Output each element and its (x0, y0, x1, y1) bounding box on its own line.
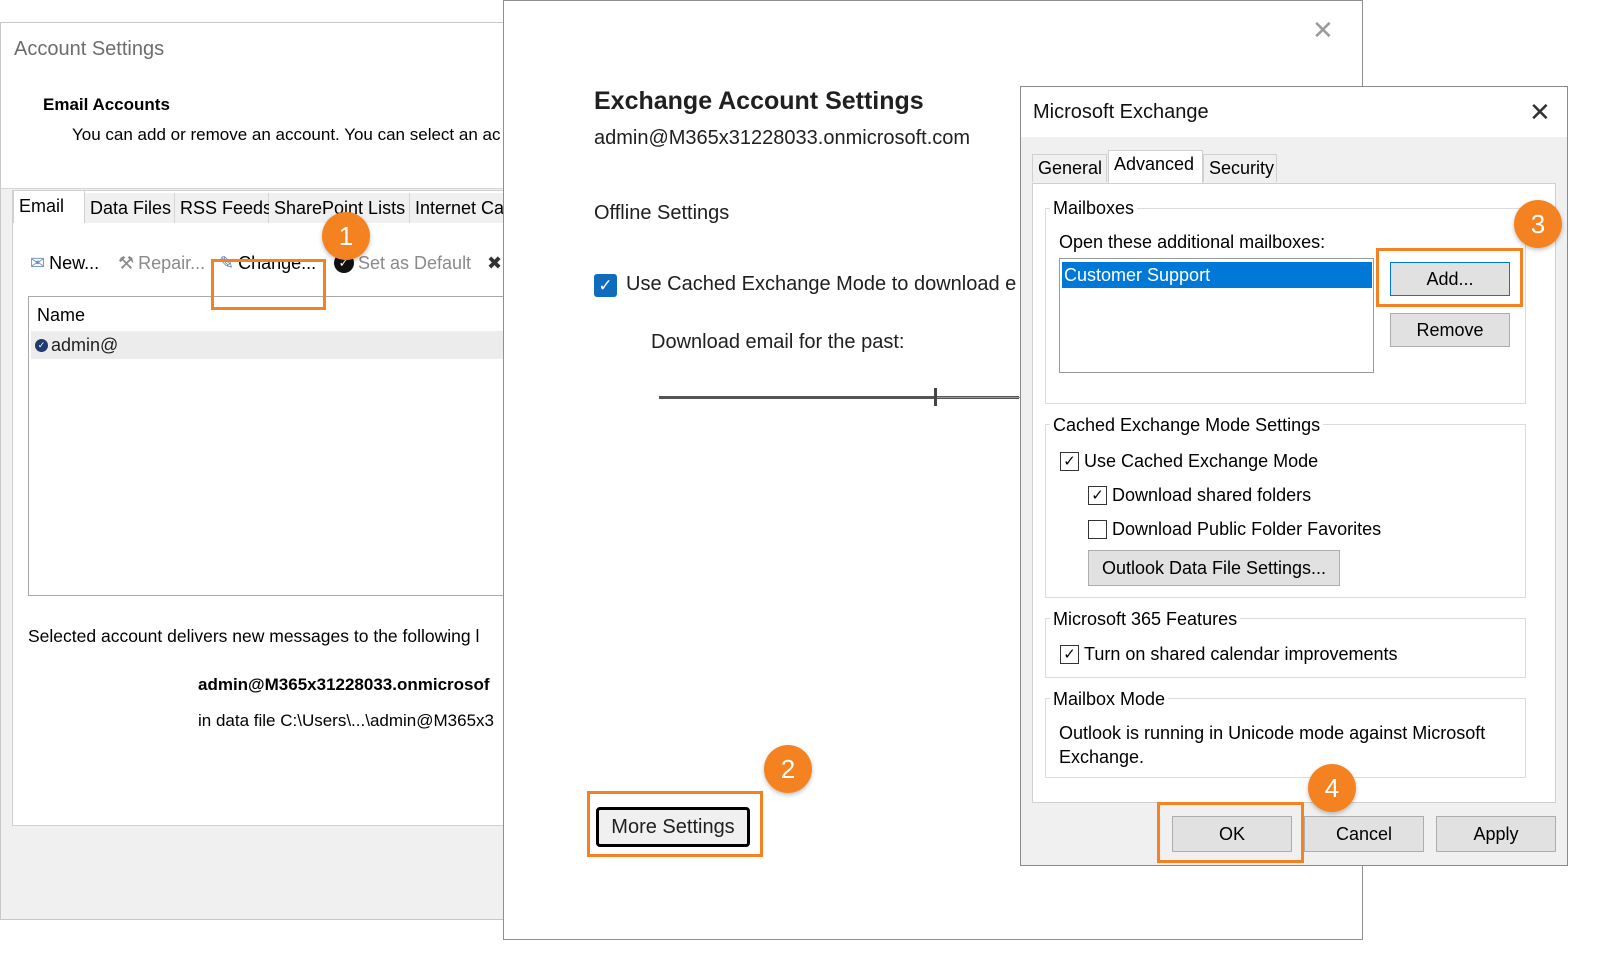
mailbox-mode-text-line-1: Outlook is running in Unicode mode again… (1059, 723, 1486, 743)
repair-button[interactable]: ⚒ Repair... (118, 248, 205, 278)
section-heading: Email Accounts (43, 95, 170, 114)
data-file-settings-button[interactable]: Outlook Data File Settings... (1088, 550, 1340, 586)
download-slider-remaining (937, 397, 1027, 398)
download-public-checkbox[interactable] (1088, 520, 1107, 539)
mailbox-item[interactable]: Customer Support (1062, 262, 1372, 288)
tab-internet-calendars[interactable]: Internet Ca (410, 193, 505, 223)
new-account-label: New... (49, 252, 100, 273)
use-cached-label: Use Cached Exchange Mode (1084, 451, 1319, 471)
cached-mode-group-label: Cached Exchange Mode Settings (1050, 415, 1324, 436)
close-icon[interactable]: ✕ (1529, 97, 1551, 128)
apply-button[interactable]: Apply (1436, 816, 1556, 852)
download-email-label: Download email for the past: (651, 331, 905, 353)
ok-button-highlight (1157, 802, 1304, 863)
account-name: admin@ (51, 334, 119, 355)
download-public-label: Download Public Folder Favorites (1112, 519, 1382, 539)
change-button-highlight (211, 259, 326, 310)
remove-icon[interactable]: ✖ (487, 248, 502, 278)
add-button-highlight (1376, 248, 1523, 307)
default-account-icon: ✓ (35, 338, 48, 352)
offline-settings-label: Offline Settings (594, 202, 730, 224)
callout-badge-4: 4 (1308, 764, 1356, 812)
data-file-path: in data file C:\Users\...\admin@M365x3 (198, 711, 494, 730)
close-icon[interactable]: ✕ (1312, 15, 1334, 46)
tab-general[interactable]: General (1032, 154, 1107, 182)
repair-icon: ⚒ (118, 252, 135, 273)
download-slider-thumb[interactable] (934, 388, 937, 406)
remove-mailbox-button[interactable]: Remove (1390, 313, 1510, 347)
shared-calendar-label: Turn on shared calendar improvements (1084, 644, 1398, 664)
account-settings-header: Account Settings Email Accounts You can … (1, 23, 539, 189)
mailbox-mode-group-label: Mailbox Mode (1050, 689, 1169, 710)
callout-badge-2: 2 (764, 745, 812, 793)
callout-badge-3: 3 (1514, 200, 1562, 248)
tab-data-files[interactable]: Data Files (85, 193, 175, 223)
account-row[interactable]: ✓ admin@ (31, 331, 549, 359)
cancel-button[interactable]: Cancel (1304, 816, 1424, 852)
callout-badge-1: 1 (322, 212, 370, 260)
mailbox-mode-text-line-2: Exchange. (1059, 747, 1145, 767)
tab-security[interactable]: Security (1203, 154, 1277, 182)
account-email: admin@M365x31228033.onmicrosoft.com (594, 127, 971, 149)
deliver-text: Selected account delivers new messages t… (28, 626, 480, 646)
additional-mailboxes-list[interactable]: Customer Support (1059, 258, 1374, 373)
m365-features-group-label: Microsoft 365 Features (1050, 609, 1241, 630)
new-account-button[interactable]: ✉ New... (30, 248, 99, 278)
dialog-title: Microsoft Exchange (1033, 101, 1209, 123)
cached-mode-label: Use Cached Exchange Mode to download e (626, 273, 1017, 295)
deliver-email: admin@M365x31228033.onmicrosof (198, 675, 490, 694)
section-description: You can add or remove an account. You ca… (72, 125, 501, 144)
column-header-name[interactable]: Name (37, 305, 85, 326)
cached-mode-checkbox[interactable]: ✓ (594, 274, 617, 297)
new-account-icon: ✉ (30, 252, 46, 273)
tab-rss-feeds[interactable]: RSS Feeds (175, 193, 272, 223)
use-cached-checkbox[interactable]: ✓ (1060, 452, 1079, 471)
open-additional-label: Open these additional mailboxes: (1059, 232, 1326, 252)
tab-email[interactable]: Email (13, 190, 85, 223)
download-shared-checkbox[interactable]: ✓ (1088, 486, 1107, 505)
download-shared-label: Download shared folders (1112, 485, 1312, 505)
mailboxes-group-label: Mailboxes (1050, 198, 1138, 219)
window-title: Account Settings (14, 38, 165, 60)
more-settings-highlight (587, 791, 763, 857)
repair-label: Repair... (138, 252, 206, 273)
page-title: Exchange Account Settings (594, 87, 924, 115)
account-list: Name ✓ admin@ (28, 296, 549, 596)
shared-calendar-checkbox[interactable]: ✓ (1060, 645, 1079, 664)
set-default-label: Set as Default (358, 252, 472, 273)
dialog-titlebar: Microsoft Exchange ✕ (1021, 87, 1567, 137)
tab-advanced[interactable]: Advanced (1108, 150, 1203, 183)
